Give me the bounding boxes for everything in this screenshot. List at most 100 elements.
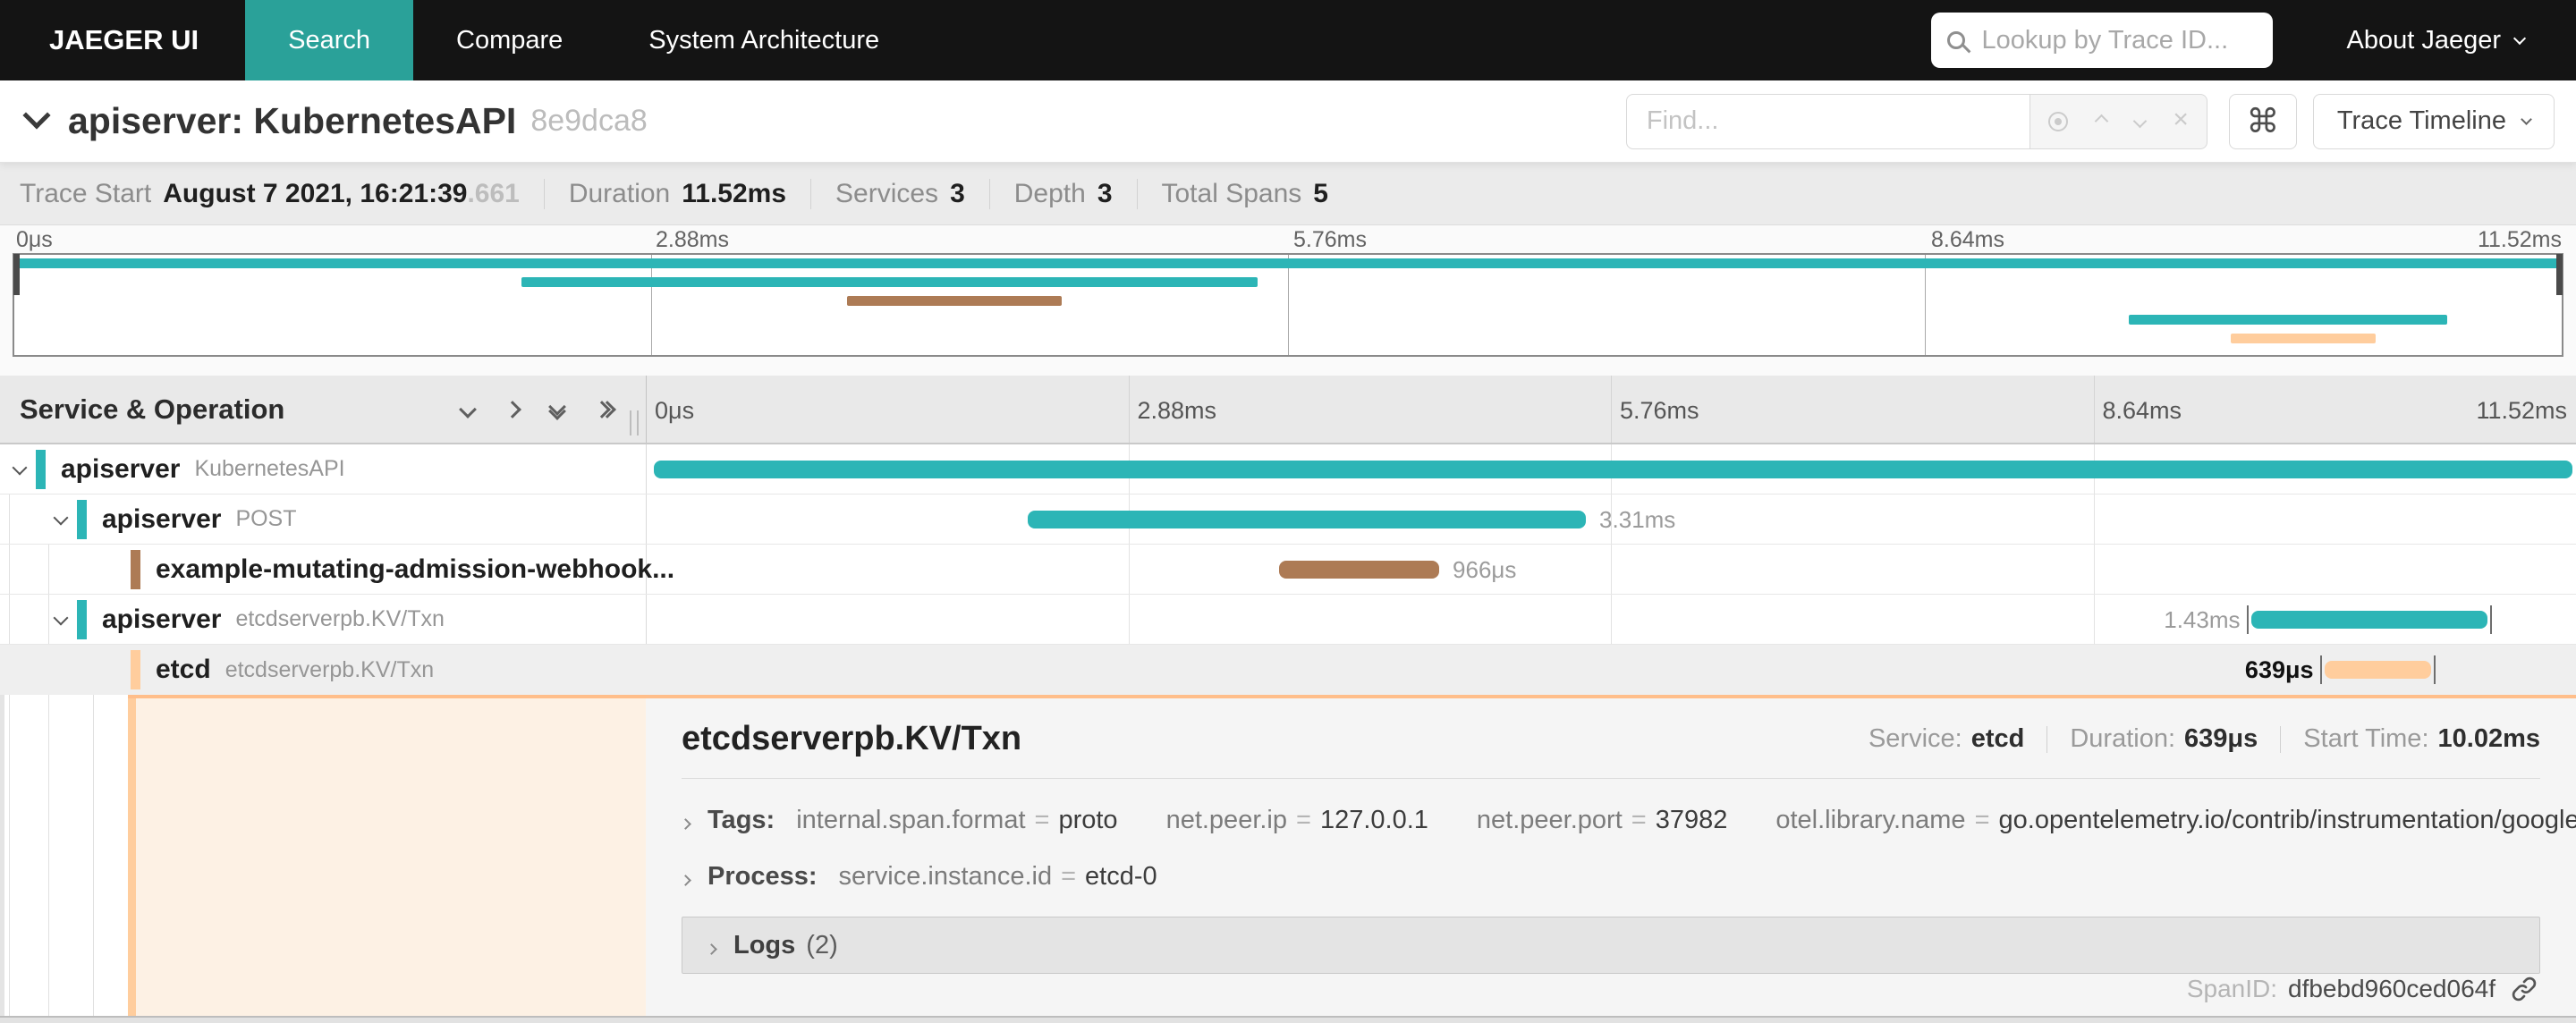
find-group: × (1625, 93, 2207, 149)
nav-tab-search[interactable]: Search (245, 0, 413, 80)
span-bar[interactable] (653, 461, 2572, 478)
service-label: Service: (1868, 724, 1962, 753)
trace-id-lookup[interactable] (1931, 13, 2274, 68)
process-row[interactable]: Process: service.instance.id = etcd-0 (680, 862, 2540, 892)
minimap-axis: 0μs 2.88ms 5.76ms 8.64ms 11.52ms (13, 227, 2563, 254)
span-detail-panel: etcdserverpb.KV/Txn Service: etcd Durati… (646, 698, 2576, 1016)
expand-one-icon[interactable] (504, 400, 521, 418)
span-bar[interactable] (2320, 655, 2436, 684)
trace-view-selector[interactable]: Trace Timeline (2312, 93, 2555, 149)
process-value: etcd-0 (1085, 862, 1157, 891)
expand-all-icon[interactable] (593, 400, 616, 418)
logs-label: Logs (733, 930, 796, 960)
link-icon[interactable] (2510, 975, 2538, 1003)
find-field[interactable] (1625, 93, 2030, 149)
tag-item: net.peer.port = 37982 (1477, 806, 1727, 835)
minimap-span-bar (2128, 315, 2447, 325)
tag-value: go.opentelemetry.io/contrib/instrumentat… (1998, 806, 2576, 834)
operation-name: KubernetesAPI (194, 456, 345, 481)
nav-tab-compare[interactable]: Compare (413, 0, 606, 80)
span-name-cell[interactable]: apiserver KubernetesAPI (0, 444, 646, 494)
span-name-cell[interactable]: example-mutating-admission-webhook... (0, 545, 674, 594)
nav-tab-system-architecture[interactable]: System Architecture (606, 0, 922, 80)
minimap-span-bar (847, 296, 1062, 306)
span-color-bar (77, 599, 87, 639)
tag-key: net.peer.ip (1165, 806, 1288, 834)
chevron-right-icon (680, 862, 691, 892)
span-timeline-cell[interactable]: 3.31ms (646, 495, 2576, 544)
tick-label: 5.76ms (1620, 397, 1699, 424)
detail-operation-title: etcdserverpb.KV/Txn (682, 720, 1022, 757)
tick-label: 11.52ms (2476, 397, 2567, 424)
trace-id-lookup-input[interactable] (1979, 24, 2249, 56)
collapse-all-icon[interactable] (548, 398, 566, 420)
span-duration-label: 966μs (1453, 556, 1517, 583)
operation-name: etcdserverpb.KV/Txn (225, 656, 435, 682)
span-rows: apiserver KubernetesAPI apiserver POST 3… (0, 444, 2576, 695)
span-id-label: SpanID: (2186, 975, 2277, 1002)
span-id-value: dfbebd960ced064f (2288, 975, 2496, 1002)
tick-label: 0μs (16, 227, 53, 252)
span-duration-label: 639μs (2244, 656, 2314, 683)
span-row[interactable]: example-mutating-admission-webhook... 96… (0, 545, 2576, 595)
tick-label: 8.64ms (2102, 397, 2182, 424)
next-match-icon[interactable] (2132, 114, 2147, 129)
focus-match-icon[interactable] (2047, 111, 2068, 131)
collapse-chevron[interactable] (53, 510, 69, 528)
clear-find-icon[interactable]: × (2173, 106, 2189, 133)
chevron-down-icon (2521, 114, 2532, 125)
find-input[interactable] (1644, 106, 2012, 137)
range-handle-right[interactable] (2556, 254, 2563, 295)
span-row[interactable]: apiserver KubernetesAPI (0, 444, 2576, 495)
span-bar[interactable] (2247, 605, 2492, 634)
collapse-chevron[interactable] (53, 610, 69, 628)
tag-key: net.peer.port (1476, 806, 1623, 834)
collapse-chevron[interactable] (12, 460, 28, 478)
divider (2280, 725, 2282, 753)
logs-count: (2) (806, 930, 838, 960)
range-handle-left[interactable] (13, 254, 20, 295)
span-timeline-cell[interactable]: 966μs (646, 545, 2576, 594)
logs-row[interactable]: Logs (2) (682, 917, 2540, 974)
span-color-bar (131, 650, 140, 689)
left-gutter (0, 695, 4, 1016)
detail-meta: Service: etcd Duration: 639μs Start Time… (1868, 724, 2540, 754)
span-name-cell[interactable]: apiserver etcdserverpb.KV/Txn (0, 595, 646, 644)
about-jaeger-menu[interactable]: About Jaeger (2346, 26, 2527, 55)
span-bar[interactable] (1278, 561, 1439, 579)
span-name-cell[interactable]: etcd etcdserverpb.KV/Txn (0, 645, 646, 695)
divider (682, 778, 2540, 779)
gridline (1925, 255, 1926, 355)
equals-sign: = (1631, 806, 1647, 834)
total-spans-label: Total Spans (1161, 178, 1302, 208)
span-row[interactable]: apiserver POST 3.31ms (0, 495, 2576, 545)
span-row[interactable]: apiserver etcdserverpb.KV/Txn 1.43ms (0, 595, 2576, 645)
span-bar[interactable] (1028, 511, 1586, 528)
column-resizer[interactable] (630, 410, 639, 435)
find-controls: × (2029, 93, 2207, 149)
collapse-trace-chevron[interactable] (22, 101, 51, 130)
previous-match-icon[interactable] (2094, 114, 2108, 129)
keyboard-shortcuts-button[interactable]: ⌘ (2228, 93, 2297, 149)
span-timeline-cell[interactable]: 1.43ms (646, 595, 2576, 644)
start-time-label: Start Time: (2303, 724, 2429, 753)
selected-span-color-bar (128, 695, 136, 1016)
gridline (646, 376, 647, 443)
minimap-canvas[interactable] (13, 253, 2563, 357)
command-icon: ⌘ (2246, 103, 2280, 140)
duration-label: Duration (568, 178, 671, 208)
span-timeline-cell[interactable]: 639μs (646, 645, 2576, 695)
horizontal-scrollbar[interactable] (0, 1016, 2576, 1023)
minimap-span-bar (14, 258, 2562, 268)
gridline (1288, 255, 1289, 355)
tags-row[interactable]: Tags: internal.span.format = proto net.p… (680, 806, 2576, 835)
span-row-selected[interactable]: etcd etcdserverpb.KV/Txn 639μs (0, 645, 2576, 695)
search-icon (1947, 31, 1966, 49)
operation-name: etcdserverpb.KV/Txn (235, 606, 445, 631)
tick-label: 11.52ms (2477, 227, 2562, 252)
span-timeline-cell[interactable] (646, 444, 2576, 494)
service-name: apiserver (61, 453, 181, 484)
equals-sign: = (1296, 806, 1311, 834)
collapse-one-icon[interactable] (459, 400, 477, 418)
span-name-cell[interactable]: apiserver POST (0, 495, 646, 544)
